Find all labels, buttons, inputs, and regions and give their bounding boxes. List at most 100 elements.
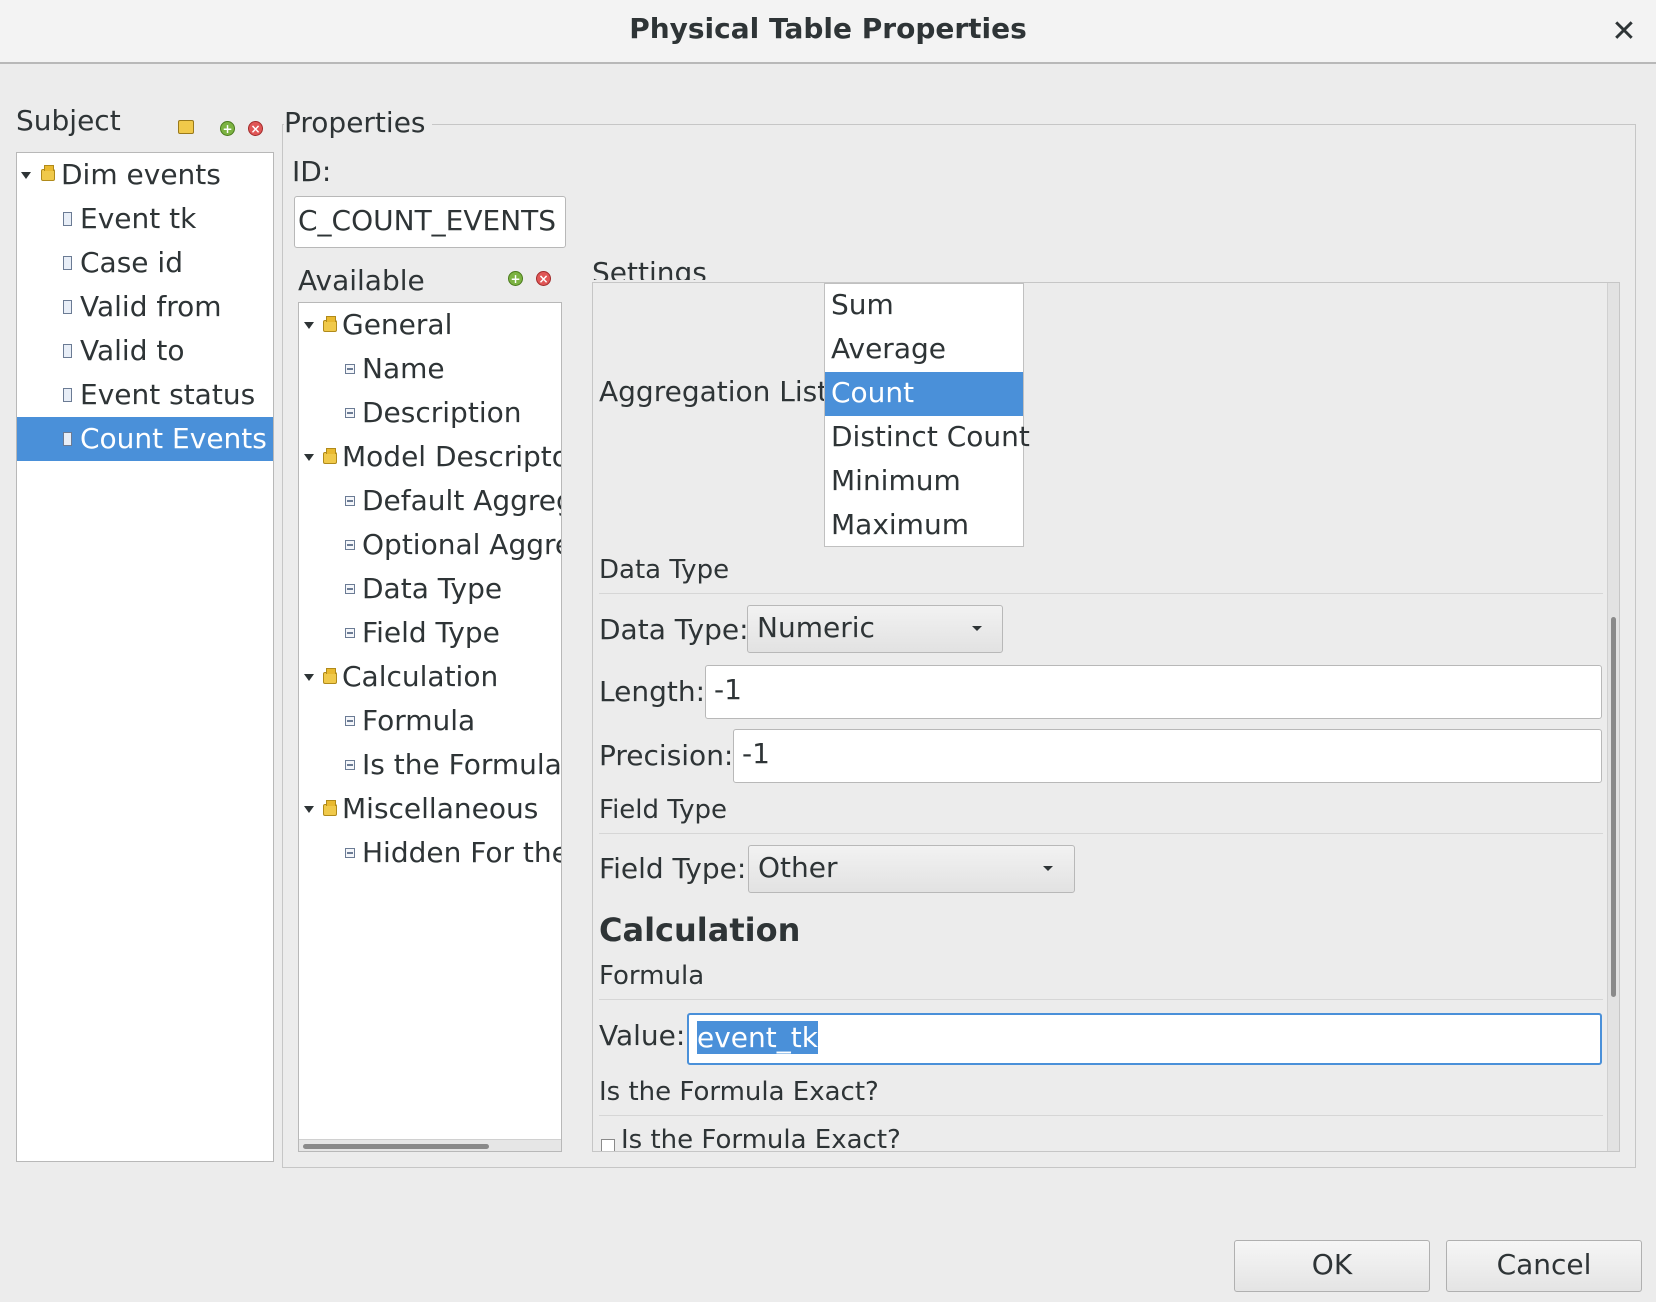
property-icon — [345, 496, 355, 506]
scrollbar-thumb[interactable] — [1611, 617, 1616, 997]
aggregation-option-average[interactable]: Average — [825, 328, 1023, 372]
expander-icon[interactable] — [304, 454, 314, 461]
group-general[interactable]: General — [299, 303, 561, 347]
property-item[interactable]: Optional Aggreg — [299, 523, 561, 567]
group-label: General — [342, 308, 453, 341]
exact-checkbox-label: Is the Formula Exact? — [621, 1125, 901, 1152]
property-label: Is the Formula E — [362, 748, 562, 781]
remove-icon[interactable]: × — [536, 271, 551, 286]
id-field[interactable]: C_COUNT_EVENTS — [294, 196, 566, 248]
length-label: Length: — [599, 675, 706, 708]
group-label: Miscellaneous — [342, 792, 539, 825]
tree-item-event-tk[interactable]: Event tk — [17, 197, 273, 241]
column-icon — [63, 344, 72, 358]
scrollbar-thumb[interactable] — [303, 1144, 489, 1149]
tree-label: Count Events — [80, 422, 267, 455]
group-miscellaneous[interactable]: Miscellaneous — [299, 787, 561, 831]
add-table-icon[interactable] — [178, 120, 194, 134]
expander-icon[interactable] — [21, 172, 31, 179]
group-calculation[interactable]: Calculation — [299, 655, 561, 699]
tree-label: Case id — [80, 246, 183, 279]
property-label: Data Type — [362, 572, 503, 605]
add-icon[interactable]: + — [220, 121, 235, 136]
tree-item-event-status[interactable]: Event status — [17, 373, 273, 417]
property-label: Field Type — [362, 616, 500, 649]
horizontal-scrollbar[interactable] — [299, 1139, 561, 1151]
aggregation-list[interactable]: Sum Average Count Distinct Count Minimum… — [824, 283, 1030, 548]
ok-button[interactable]: OK — [1234, 1240, 1430, 1292]
tree-item-count-events[interactable]: Count Events — [17, 417, 273, 461]
aggregation-option-distinct-count[interactable]: Distinct Count — [825, 416, 1030, 460]
aggregation-option-sum[interactable]: Sum — [825, 284, 1023, 328]
property-icon — [345, 584, 355, 594]
property-item[interactable]: Data Type — [299, 567, 561, 611]
property-item[interactable]: Default Aggrega — [299, 479, 561, 523]
formula-value-text: event_tk — [697, 1021, 818, 1054]
property-icon — [345, 364, 355, 374]
length-field[interactable]: -1 — [705, 665, 1602, 719]
chevron-down-icon — [972, 626, 982, 631]
cancel-button[interactable]: Cancel — [1446, 1240, 1642, 1292]
remove-icon[interactable]: × — [248, 121, 263, 136]
data-type-dropdown[interactable]: Numeric — [747, 605, 1003, 653]
property-item[interactable]: Description — [299, 391, 561, 435]
property-label: Description — [362, 396, 522, 429]
precision-label: Precision: — [599, 739, 734, 772]
data-type-label: Data Type: — [599, 613, 749, 646]
exact-checkbox[interactable] — [601, 1139, 615, 1151]
tree-item-case-id[interactable]: Case id — [17, 241, 273, 285]
separator — [599, 833, 1603, 834]
table-icon — [41, 165, 55, 181]
formula-value-field[interactable]: event_tk — [687, 1013, 1602, 1065]
group-label: Model Descriptor — [342, 440, 562, 473]
close-icon[interactable]: ✕ — [1604, 12, 1644, 52]
property-label: Default Aggrega — [362, 484, 561, 517]
separator — [599, 1115, 1603, 1116]
field-type-label: Field Type: — [599, 852, 747, 885]
field-type-value: Other — [758, 851, 838, 884]
add-icon[interactable]: + — [508, 271, 523, 286]
property-item[interactable]: Is the Formula E — [299, 743, 561, 787]
group-model-descriptor[interactable]: Model Descriptor — [299, 435, 561, 479]
aggregation-option-count[interactable]: Count — [825, 372, 1023, 416]
folder-icon — [323, 800, 337, 816]
subject-label: Subject — [16, 104, 121, 137]
property-label: Hidden For the — [362, 836, 562, 869]
settings-panel: Aggregation List: Sum Average Count Dist… — [592, 282, 1620, 1152]
tree-item-valid-from[interactable]: Valid from — [17, 285, 273, 329]
expander-icon[interactable] — [304, 806, 314, 813]
property-item[interactable]: Field Type — [299, 611, 561, 655]
tree-root-dim-events[interactable]: Dim events — [17, 153, 273, 197]
column-icon — [63, 388, 72, 402]
property-label: Formula — [362, 704, 476, 737]
exact-section-title: Is the Formula Exact? — [599, 1077, 879, 1107]
aggregation-label: Aggregation List: — [599, 375, 838, 408]
property-item[interactable]: Name — [299, 347, 561, 391]
separator — [599, 593, 1603, 594]
property-item[interactable]: Formula — [299, 699, 561, 743]
property-label: Optional Aggreg — [362, 528, 561, 561]
available-tree[interactable]: General Name Description Model Descripto… — [298, 302, 562, 1152]
available-label: Available — [298, 264, 425, 297]
aggregation-option-minimum[interactable]: Minimum — [825, 460, 1023, 504]
tree-label: Dim events — [61, 158, 221, 191]
tree-item-valid-to[interactable]: Valid to — [17, 329, 273, 373]
expander-icon[interactable] — [304, 322, 314, 329]
property-icon — [345, 408, 355, 418]
folder-icon — [323, 316, 337, 332]
property-item[interactable]: Hidden For the — [299, 831, 561, 875]
column-icon — [63, 212, 72, 226]
folder-icon — [323, 448, 337, 464]
subject-tree[interactable]: Dim events Event tk Case id Valid from V… — [16, 152, 274, 1162]
property-icon — [345, 760, 355, 770]
data-type-value: Numeric — [757, 611, 875, 644]
vertical-scrollbar[interactable] — [1607, 283, 1619, 1151]
column-icon — [63, 432, 72, 446]
expander-icon[interactable] — [304, 674, 314, 681]
field-type-dropdown[interactable]: Other — [748, 845, 1075, 893]
tree-label: Valid from — [80, 290, 222, 323]
tree-label: Valid to — [80, 334, 185, 367]
settings-label: Settings — [592, 256, 707, 280]
precision-field[interactable]: -1 — [733, 729, 1602, 783]
aggregation-option-maximum[interactable]: Maximum — [825, 504, 1023, 548]
